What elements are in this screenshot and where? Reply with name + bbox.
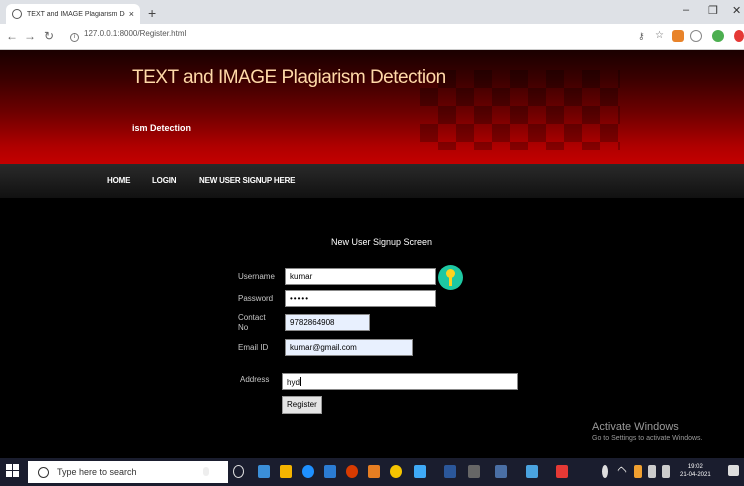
extension-icon[interactable]	[734, 30, 744, 42]
site-info-icon[interactable]: i	[70, 33, 79, 42]
people-icon[interactable]	[602, 465, 608, 478]
app-icon[interactable]	[368, 465, 380, 478]
extension-icon[interactable]	[672, 30, 684, 42]
extension-icon[interactable]	[690, 30, 702, 42]
taskbar-search-box[interactable]: Type here to search	[28, 461, 228, 483]
menu-signup[interactable]: NEW USER SIGNUP HERE	[199, 176, 296, 185]
password-manager-key-icon[interactable]	[438, 265, 463, 290]
address-text: hyd	[287, 378, 300, 387]
clock-date: 21-04-2021	[680, 472, 711, 478]
app-icon[interactable]	[414, 465, 426, 478]
cortana-icon	[38, 466, 49, 478]
register-button[interactable]: Register	[282, 396, 322, 414]
watermark-subtitle: Go to Settings to activate Windows.	[592, 435, 703, 442]
chevron-up-icon[interactable]	[617, 466, 627, 476]
edge-icon[interactable]	[258, 465, 270, 478]
store-icon[interactable]	[324, 465, 336, 478]
password-input[interactable]: •••••	[285, 290, 436, 307]
volume-icon[interactable]	[662, 465, 670, 478]
address-input[interactable]: hyd	[282, 373, 518, 390]
reload-icon[interactable]: ↻	[44, 29, 54, 43]
username-input[interactable]: kumar	[285, 268, 436, 285]
ie-icon[interactable]	[302, 465, 314, 478]
word-icon[interactable]	[444, 465, 456, 478]
site-header: TEXT and IMAGE Plagiarism Detection ism …	[0, 50, 744, 164]
search-placeholder: Type here to search	[57, 467, 137, 477]
system-clock[interactable]: 19:02 21-04-2021	[680, 463, 711, 479]
back-icon[interactable]: ←	[6, 29, 18, 43]
tab-close-button[interactable]: ×	[129, 9, 134, 19]
close-window-button[interactable]: ✕	[732, 4, 741, 17]
app-icon[interactable]	[468, 465, 480, 478]
extension-icon[interactable]	[712, 30, 724, 42]
username-label: Username	[238, 272, 275, 281]
address-label: Address	[240, 375, 270, 384]
url-text: 127.0.0.1:8000/Register.html	[84, 29, 187, 38]
browser-toolbar: ← → ↻ i 127.0.0.1:8000/Register.html ⚷ ☆	[0, 24, 744, 50]
contact-input[interactable]: 9782864908	[285, 314, 370, 331]
nav-menu: HOME LOGIN NEW USER SIGNUP HERE	[0, 164, 744, 198]
site-title: TEXT and IMAGE Plagiarism Detection	[132, 67, 446, 88]
app-icon[interactable]	[556, 465, 568, 478]
menu-login[interactable]: LOGIN	[152, 176, 177, 185]
new-tab-button[interactable]: +	[148, 5, 156, 21]
form-title: New User Signup Screen	[331, 237, 433, 247]
windows-taskbar: Type here to search 19:02 21-04-2021	[0, 458, 744, 486]
notification-icon[interactable]	[728, 465, 739, 476]
web-page: TEXT and IMAGE Plagiarism Detection ism …	[0, 50, 744, 458]
email-label: Email ID	[238, 343, 269, 352]
menu-home[interactable]: HOME	[107, 176, 130, 185]
app-icon[interactable]	[495, 465, 507, 478]
email-input[interactable]: kumar@gmail.com	[285, 339, 413, 356]
header-pattern	[420, 70, 620, 150]
tab-title: TEXT and IMAGE Plagiarism Detec	[27, 10, 125, 18]
network-icon[interactable]	[648, 465, 656, 478]
address-bar[interactable]: i 127.0.0.1:8000/Register.html	[70, 29, 186, 42]
browser-window: TEXT and IMAGE Plagiarism Detec × + – ❐ …	[0, 0, 744, 486]
password-label: Password	[238, 294, 274, 303]
star-icon[interactable]: ☆	[655, 30, 664, 41]
site-subtitle: ism Detection	[132, 123, 192, 133]
contact-label: Contact No	[238, 313, 266, 332]
app-icon[interactable]	[526, 465, 538, 478]
windows-start-icon[interactable]	[6, 464, 20, 478]
tab-strip: TEXT and IMAGE Plagiarism Detec × + – ❐ …	[0, 0, 744, 24]
browser-tab[interactable]: TEXT and IMAGE Plagiarism Detec ×	[6, 4, 140, 24]
text-caret	[299, 377, 301, 386]
windows-activation-watermark: Activate Windows Go to Settings to activ…	[592, 421, 703, 442]
media-icon[interactable]	[346, 465, 358, 478]
watermark-title: Activate Windows	[592, 421, 679, 433]
minimize-button[interactable]: –	[683, 4, 689, 16]
chrome-icon[interactable]	[390, 465, 402, 478]
forward-icon[interactable]: →	[24, 29, 36, 43]
globe-icon	[12, 9, 22, 19]
file-explorer-icon[interactable]	[280, 465, 292, 478]
task-view-icon[interactable]	[233, 465, 244, 478]
key-icon[interactable]: ⚷	[638, 31, 645, 42]
microphone-icon[interactable]	[203, 467, 209, 476]
clock-time: 19:02	[687, 464, 703, 470]
maximize-button[interactable]: ❐	[708, 4, 718, 17]
tray-icon[interactable]	[634, 465, 642, 478]
